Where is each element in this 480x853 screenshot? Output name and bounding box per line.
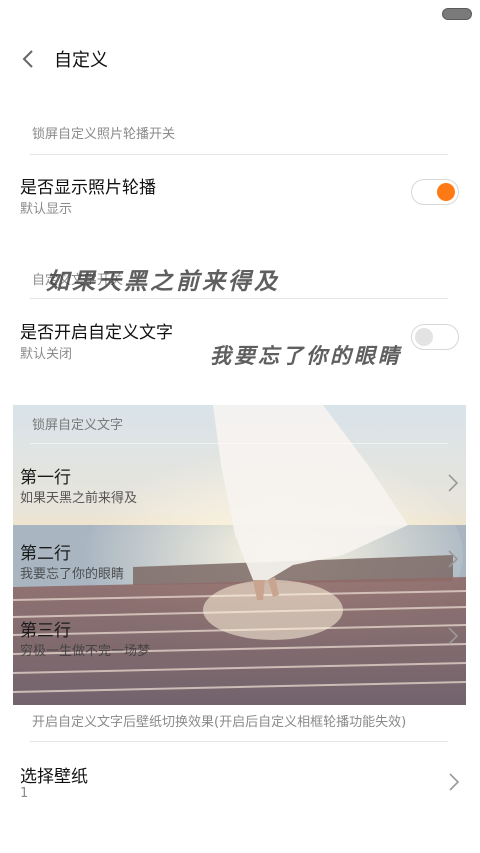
wallpaper-note: 开启自定义文字后壁纸切换效果(开启后自定义相框轮播功能失效) bbox=[32, 715, 407, 730]
show-carousel-subtitle: 默认显示 bbox=[20, 202, 73, 217]
status-bar bbox=[0, 0, 480, 28]
page-title: 自定义 bbox=[54, 50, 108, 71]
select-wallpaper-value: 1 bbox=[20, 786, 29, 801]
custom-text-toggle[interactable] bbox=[411, 324, 459, 350]
line3-title[interactable]: 第三行 bbox=[20, 616, 71, 641]
battery-icon bbox=[442, 8, 472, 20]
wallpaper-image bbox=[13, 405, 466, 705]
show-carousel-title[interactable]: 是否显示照片轮播 bbox=[20, 173, 156, 198]
divider bbox=[30, 741, 448, 742]
wallpaper-preview-panel: 锁屏自定义文字 第一行 如果天黑之前来得及 第二行 我要忘了你的眼睛 第三行 穷… bbox=[13, 405, 466, 705]
overlay-text-line1: 如果天黑之前来得及 bbox=[46, 268, 280, 295]
overlay-text-line2: 我要忘了你的眼睛 bbox=[210, 343, 402, 368]
show-carousel-toggle[interactable] bbox=[411, 179, 459, 205]
line2-value: 我要忘了你的眼睛 bbox=[20, 567, 125, 582]
divider bbox=[30, 154, 448, 155]
select-wallpaper-title[interactable]: 选择壁纸 bbox=[20, 762, 88, 787]
carousel-section-header: 锁屏自定义照片轮播开关 bbox=[32, 127, 176, 142]
custom-text-section-header: 锁屏自定义文字 bbox=[32, 418, 124, 433]
settings-screen: 自定义 锁屏自定义照片轮播开关 是否显示照片轮播 默认显示 自定义文字开关 是否… bbox=[0, 0, 480, 853]
toggle-knob bbox=[437, 183, 455, 201]
line1-title[interactable]: 第一行 bbox=[20, 463, 71, 488]
toggle-knob bbox=[415, 328, 433, 346]
divider bbox=[30, 298, 448, 299]
chevron-right-icon[interactable] bbox=[448, 772, 460, 792]
line2-title[interactable]: 第二行 bbox=[20, 539, 71, 564]
back-icon[interactable] bbox=[18, 48, 40, 70]
chevron-right-icon[interactable] bbox=[447, 549, 459, 569]
chevron-right-icon[interactable] bbox=[447, 473, 459, 493]
header: 自定义 bbox=[0, 40, 480, 80]
custom-text-toggle-subtitle: 默认关闭 bbox=[20, 347, 73, 362]
custom-text-toggle-title[interactable]: 是否开启自定义文字 bbox=[20, 318, 173, 343]
divider bbox=[30, 443, 448, 444]
line1-value: 如果天黑之前来得及 bbox=[20, 491, 138, 506]
line3-value: 穷极一生做不完一场梦 bbox=[20, 644, 151, 659]
chevron-right-icon[interactable] bbox=[447, 626, 459, 646]
